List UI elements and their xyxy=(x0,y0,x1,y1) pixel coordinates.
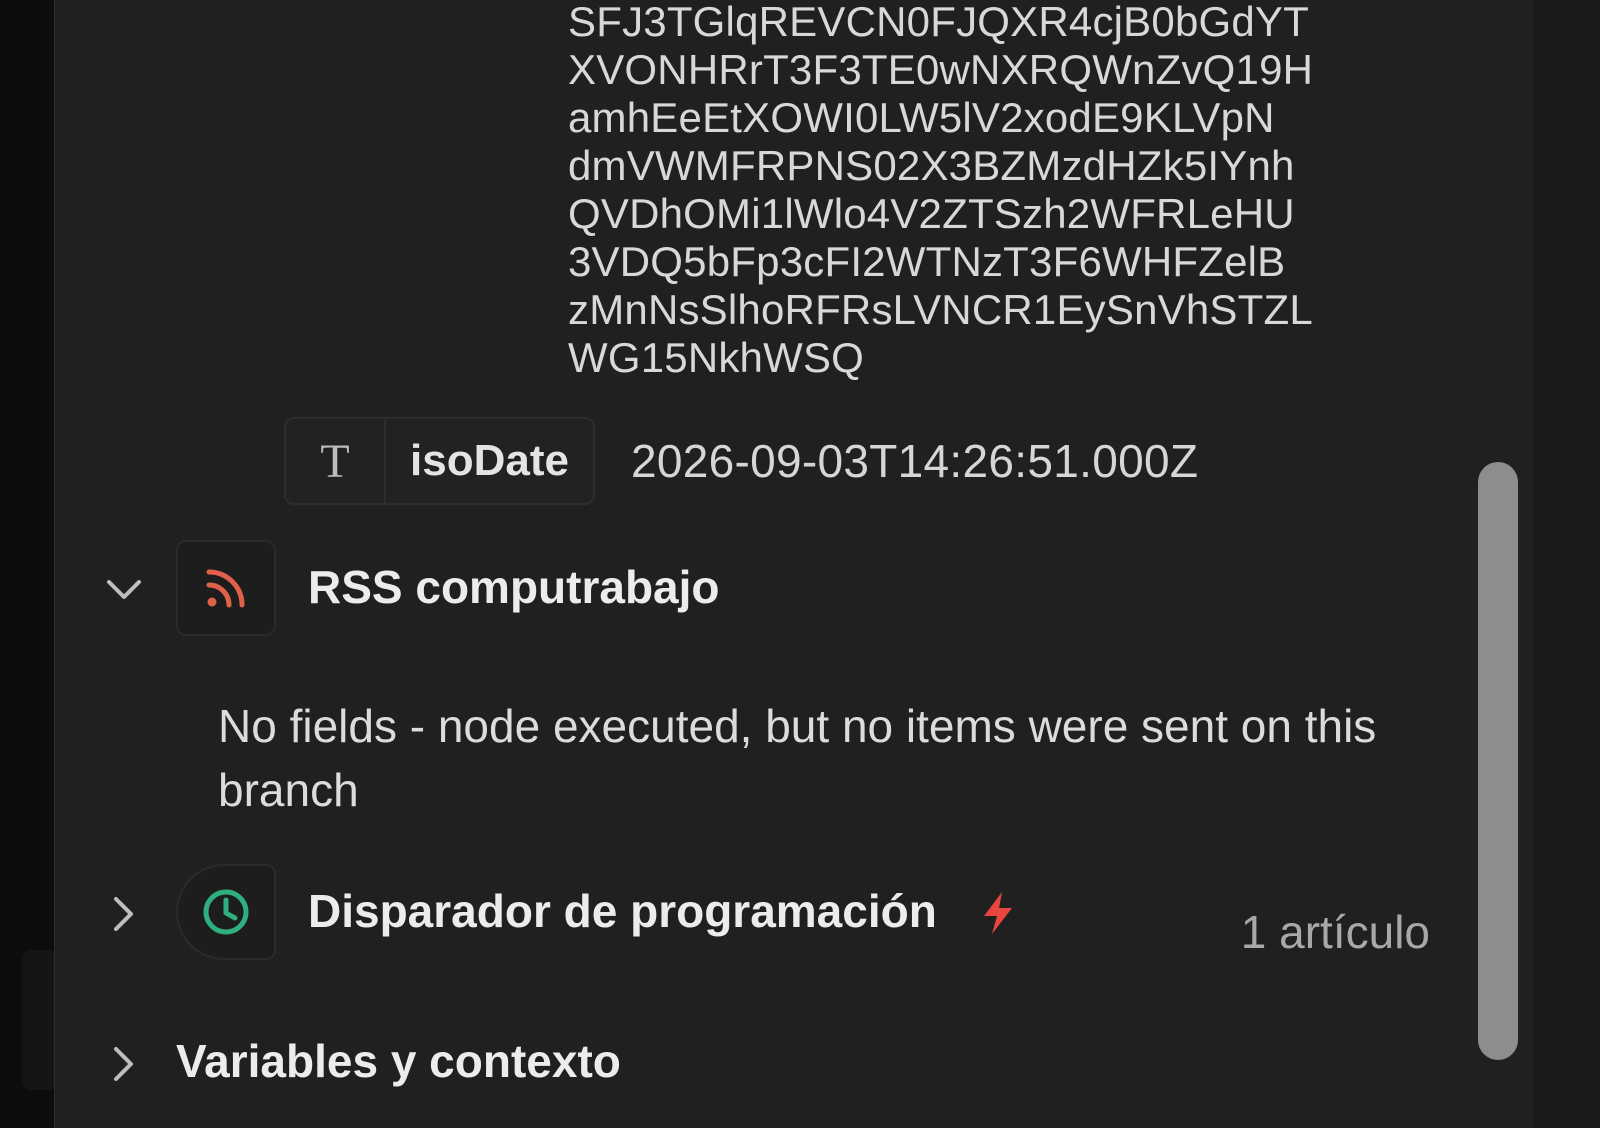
lightning-icon xyxy=(978,890,1022,940)
token-line: WG15NkhWSQ xyxy=(568,334,865,381)
token-line: amhEeEtXOWI0LW5lV2xodE9KLVpN xyxy=(568,94,1275,141)
text-type-icon: T xyxy=(286,419,386,503)
token-line: 3VDQ5bFp3cFI2WTNzT3F6WHFZelB xyxy=(568,238,1286,285)
token-line: XVONHRrT3F3TE0wNXRQWnZvQ19H xyxy=(568,46,1314,93)
chevron-right-icon[interactable] xyxy=(104,1040,144,1088)
clock-icon xyxy=(176,864,276,960)
item-count: 1 artículo xyxy=(1240,906,1430,958)
field-row-isodate: T isoDate 2026-09-03T14:26:51.000Z xyxy=(284,416,1198,506)
node-title-schedule[interactable]: Disparador de programación xyxy=(308,884,937,938)
token-line: dmVWMFRPNS02X3BZMzdHZk5IYnh xyxy=(568,142,1295,189)
chevron-right-icon[interactable] xyxy=(104,890,144,938)
empty-branch-message: No fields - node executed, but no items … xyxy=(218,700,1377,816)
field-key-chip: T isoDate xyxy=(284,417,595,505)
field-value: 2026-09-03T14:26:51.000Z xyxy=(630,435,1199,487)
field-key: isoDate xyxy=(410,436,569,485)
token-line: zMnNsSlhoRFRsLVNCR1EySnVhSTZL xyxy=(568,286,1313,333)
chevron-down-icon[interactable] xyxy=(104,566,144,614)
token-line: QVDhOMi1lWlo4V2ZTSzh2WFRLeHU xyxy=(568,190,1295,237)
rss-icon xyxy=(176,540,276,636)
token-line: SFJ3TGlqREVCN0FJQXR4cjB0bGdYT xyxy=(568,0,1310,45)
left-panel-handle xyxy=(22,950,54,1090)
section-title-variables[interactable]: Variables y contexto xyxy=(176,1034,621,1088)
left-sidebar-edge xyxy=(0,0,54,1128)
scrollbar-thumb[interactable] xyxy=(1478,462,1518,1060)
token-value: SFJ3TGlqREVCN0FJQXR4cjB0bGdYT XVONHRrT3F3… xyxy=(568,0,1448,382)
node-title-rss[interactable]: RSS computrabajo xyxy=(308,560,720,614)
right-sidebar-edge xyxy=(1533,0,1600,1128)
